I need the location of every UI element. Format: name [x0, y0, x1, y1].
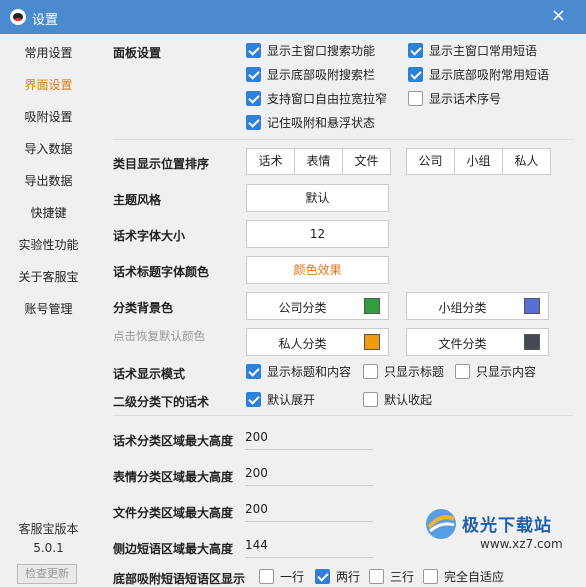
team-color-picker[interactable]: 小组分类 [406, 292, 549, 320]
order-item-scripts[interactable]: 话术 [247, 149, 295, 174]
checkbox-unchecked-icon [259, 569, 274, 584]
secondary-expand[interactable]: 默认展开 [246, 391, 315, 408]
title-color-label: 话术标题字体颜色 [113, 265, 210, 279]
order-item-private[interactable]: 私人 [503, 149, 550, 174]
opt-main-search[interactable]: 显示主窗口搜索功能 [246, 42, 375, 59]
sidebar-item-account[interactable]: 账号管理 [0, 300, 97, 317]
opt-remember-state[interactable]: 记住吸附和悬浮状态 [246, 114, 375, 131]
sidebar-item-experimental[interactable]: 实验性功能 [0, 236, 97, 253]
sidebar-item-common[interactable]: 常用设置 [0, 44, 97, 61]
order-item-files[interactable]: 文件 [343, 149, 390, 174]
checkbox-checked-icon [246, 91, 261, 106]
opt-show-index[interactable]: 显示话术序号 [408, 90, 501, 107]
script-height-input[interactable]: 200 [245, 426, 373, 450]
sidebar-item-import[interactable]: 导入数据 [0, 140, 97, 157]
checkbox-unchecked-icon [369, 569, 384, 584]
watermark-name: 极光下载站 [462, 516, 552, 536]
title-bar: 设置 × [0, 0, 586, 34]
side-height-input[interactable]: 144 [245, 534, 373, 558]
checkbox-checked-icon [408, 43, 423, 58]
category-bg-label: 分类背景色 [113, 301, 174, 315]
checkbox-checked-icon [408, 67, 423, 82]
secondary-collapse[interactable]: 默认收起 [363, 391, 432, 408]
checkbox-checked-icon [246, 392, 261, 407]
file-height-input[interactable]: 200 [245, 498, 373, 522]
sidebar-item-snap[interactable]: 吸附设置 [0, 108, 97, 125]
category-order-group-1: 话术 表情 文件 [246, 148, 391, 175]
mode-content-only[interactable]: 只显示内容 [455, 363, 536, 380]
category-order-group-2: 公司 小组 私人 [406, 148, 551, 175]
display-mode-label: 话术显示模式 [113, 367, 186, 381]
version-number: 5.0.1 [33, 541, 64, 555]
file-color-picker[interactable]: 文件分类 [406, 328, 549, 356]
sidebar: 常用设置 界面设置 吸附设置 导入数据 导出数据 快捷键 实验性功能 关于客服宝… [0, 34, 97, 587]
mode-title-content[interactable]: 显示标题和内容 [246, 363, 351, 380]
bottom-rows-label: 底部吸附短语短语区显示 [113, 572, 246, 586]
watermark: 极光下载站 www.xz7.com [422, 503, 582, 583]
font-size-label: 话术字体大小 [113, 229, 186, 243]
divider [113, 139, 573, 140]
script-height-label: 话术分类区域最大高度 [113, 434, 234, 448]
checkbox-checked-icon [246, 115, 261, 130]
color-swatch [364, 298, 380, 314]
color-swatch [364, 334, 380, 350]
sidebar-item-interface[interactable]: 界面设置 [0, 76, 97, 93]
checkbox-checked-icon [246, 364, 261, 379]
sidebar-item-export[interactable]: 导出数据 [0, 172, 97, 189]
opt-bottom-search[interactable]: 显示底部吸附搜索栏 [246, 66, 375, 83]
sidebar-item-about[interactable]: 关于客服宝 [0, 268, 97, 285]
company-color-picker[interactable]: 公司分类 [246, 292, 389, 320]
rows-three[interactable]: 三行 [369, 568, 414, 585]
opt-main-phrases[interactable]: 显示主窗口常用短语 [408, 42, 537, 59]
panel-settings-label: 面板设置 [113, 46, 162, 60]
version-title: 客服宝版本 [18, 522, 79, 536]
file-height-label: 文件分类区域最大高度 [113, 506, 234, 520]
rows-one[interactable]: 一行 [259, 568, 304, 585]
order-item-company[interactable]: 公司 [407, 149, 455, 174]
opt-resize-window[interactable]: 支持窗口自由拉宽拉窄 [246, 90, 387, 107]
sidebar-item-shortcuts[interactable]: 快捷键 [0, 204, 97, 221]
order-item-team[interactable]: 小组 [455, 149, 503, 174]
mode-title-only[interactable]: 只显示标题 [363, 363, 444, 380]
watermark-url: www.xz7.com [480, 537, 563, 551]
checkbox-checked-icon [315, 569, 330, 584]
reset-colors-link[interactable]: 点击恢复默认颜色 [113, 328, 205, 344]
opt-bottom-phrases[interactable]: 显示底部吸附常用短语 [408, 66, 549, 83]
emoji-height-label: 表情分类区域最大高度 [113, 470, 234, 484]
checkbox-unchecked-icon [363, 364, 378, 379]
rows-two[interactable]: 两行 [315, 568, 360, 585]
theme-select[interactable]: 默认 [246, 184, 389, 212]
secondary-label: 二级分类下的话术 [113, 395, 210, 409]
title-color-picker[interactable]: 颜色效果 [246, 256, 389, 284]
theme-label: 主题风格 [113, 193, 162, 207]
private-color-picker[interactable]: 私人分类 [246, 328, 389, 356]
checkbox-unchecked-icon [408, 91, 423, 106]
watermark-logo-icon [426, 509, 456, 539]
checkbox-unchecked-icon [363, 392, 378, 407]
checkbox-checked-icon [246, 43, 261, 58]
emoji-height-input[interactable]: 200 [245, 462, 373, 486]
category-order-label: 类目显示位置排序 [113, 157, 210, 171]
divider [113, 415, 573, 416]
order-item-emoji[interactable]: 表情 [295, 149, 343, 174]
color-swatch [524, 298, 540, 314]
close-icon[interactable]: × [551, 6, 566, 26]
checkbox-checked-icon [246, 67, 261, 82]
side-height-label: 侧边短语区域最大高度 [113, 542, 234, 556]
check-update-button[interactable]: 检查更新 [17, 564, 77, 584]
font-size-input[interactable]: 12 [246, 220, 389, 248]
color-swatch [524, 334, 540, 350]
checkbox-unchecked-icon [455, 364, 470, 379]
app-logo-icon [10, 9, 26, 25]
window-title: 设置 [32, 13, 59, 28]
